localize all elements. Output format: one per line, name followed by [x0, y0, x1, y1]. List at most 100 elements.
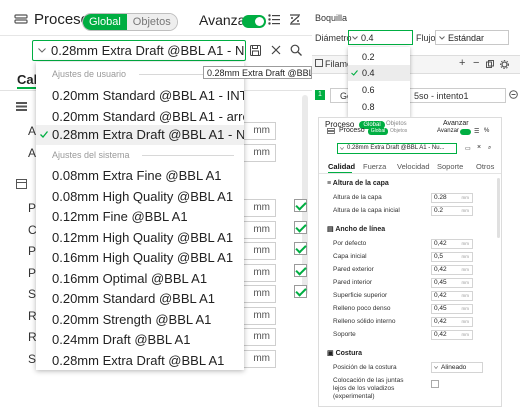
flow-select[interactable]: Estándar — [435, 30, 509, 45]
diameter-value: 0.4 — [361, 33, 374, 43]
label-line: Colocación de las juntas — [333, 377, 404, 384]
compare-icon[interactable]: % — [484, 128, 489, 134]
flow-label: Flujo — [416, 33, 436, 43]
diameter-option[interactable]: 0.8 — [348, 99, 410, 115]
diameter-option-selected[interactable]: 0.4 — [348, 65, 410, 81]
filament-text-b: 5so - intento1 — [414, 91, 469, 101]
advance-label-small: Avanzar — [443, 120, 469, 127]
advance-switch-small[interactable] — [460, 129, 471, 135]
preset-option[interactable]: 0.20mm Strength @BBL A1 — [36, 310, 244, 330]
preset-combo-small[interactable]: 0.28mm Extra Draft @BBL A1 - Nu... — [337, 143, 457, 154]
diameter-dropdown[interactable]: 0.2 0.4 0.6 0.8 — [348, 47, 410, 118]
setting-field[interactable]: 0,5 mm — [431, 252, 473, 262]
filament-slot-badge: 1 — [315, 90, 325, 100]
tab-speed[interactable]: Velocidad — [397, 162, 430, 171]
close-icon[interactable]: × — [477, 144, 481, 151]
advance-switch[interactable] — [242, 15, 266, 28]
flow-value: Estándar — [448, 33, 485, 43]
tab-support[interactable]: Soporte — [437, 162, 463, 171]
filament-icon — [315, 59, 323, 67]
process-icon — [327, 127, 335, 135]
unit-label: mm — [461, 195, 470, 200]
setting-label: Pared interior — [333, 279, 373, 286]
gear-icon[interactable] — [500, 60, 509, 69]
scrollbar[interactable] — [497, 178, 500, 238]
section-divider — [142, 155, 234, 156]
diameter-option[interactable]: 0.6 — [348, 82, 410, 98]
copy-icon[interactable] — [486, 60, 494, 68]
setting-field[interactable]: 0.28 mm — [431, 193, 473, 203]
objects-option-small[interactable]: Objetos — [386, 121, 407, 127]
setting-field[interactable]: 0,42 mm — [431, 265, 473, 275]
process-icon — [14, 12, 28, 26]
global-option-small-2[interactable]: Global — [368, 128, 388, 135]
setting-field[interactable]: 0,45 mm — [431, 304, 473, 314]
preset-option[interactable]: 0.20mm Standard @BBL A1 — [36, 289, 244, 309]
global-option[interactable]: Global — [83, 14, 127, 30]
section-seam: ▣ Costura — [327, 349, 362, 357]
preset-option[interactable]: 0.28mm Extra Draft @BBL A1 — [36, 351, 244, 370]
row-letter: A — [28, 124, 37, 138]
preset-combo[interactable]: 0.28mm Extra Draft @BBL A1 - Nu... — [32, 40, 246, 61]
nozzle-panel: Boquilla Diámetro 0.4 Flujo Estándar Fil… — [312, 0, 520, 120]
preset-option[interactable]: 0.24mm Draft @BBL A1 — [36, 330, 244, 350]
unit-label: mm — [461, 208, 470, 213]
preset-option[interactable]: 0.12mm High Quality @BBL A1 — [36, 228, 244, 248]
close-icon[interactable] — [271, 45, 281, 55]
setting-field[interactable]: 0,42 mm — [431, 317, 473, 327]
preset-option[interactable]: 0.08mm High Quality @BBL A1 — [36, 187, 244, 207]
preset-option[interactable]: 0.08mm Extra Fine @BBL A1 — [36, 166, 244, 186]
setting-label: Superficie superior — [333, 292, 388, 299]
objects-option-small-2[interactable]: Objetos — [390, 128, 407, 134]
advance-label-small-2: Avanzar — [437, 128, 459, 134]
chevron-down-icon — [38, 48, 46, 53]
list-icon[interactable] — [268, 14, 280, 25]
setting-label: Altura de la capa inicial — [333, 207, 400, 214]
remove-filament-icon[interactable]: − — [473, 57, 479, 69]
preset-option[interactable]: 0.16mm High Quality @BBL A1 — [36, 248, 244, 268]
setting-value: 0,42 — [434, 266, 447, 273]
diameter-select[interactable]: 0.4 — [348, 30, 413, 45]
edit-filament-icon[interactable] — [509, 90, 518, 99]
setting-field[interactable]: 0,42 mm — [431, 291, 473, 301]
section-line-width: ▤ Ancho de línea — [327, 225, 385, 233]
setting-field[interactable]: 0,45 mm — [431, 278, 473, 288]
setting-field[interactable]: 0.2 mm — [431, 206, 473, 216]
checkbox[interactable] — [294, 242, 307, 255]
save-icon[interactable]: ▭ — [465, 145, 471, 152]
compare-icon[interactable] — [289, 13, 301, 26]
checkbox[interactable] — [294, 285, 307, 298]
tab-quality-partial[interactable]: Cal — [17, 72, 37, 87]
preset-option-selected[interactable]: 0.28mm Extra Draft @BBL A1 - Nu... — [36, 125, 244, 145]
checkbox[interactable] — [294, 264, 307, 277]
setting-field[interactable]: 0,42 mm — [431, 330, 473, 340]
diameter-option-label: 0.4 — [362, 68, 375, 78]
preset-option[interactable]: 0.12mm Fine @BBL A1 — [36, 207, 244, 227]
add-filament-icon[interactable]: + — [459, 57, 465, 69]
search-icon[interactable] — [290, 44, 302, 56]
layer-section-icon — [16, 102, 27, 111]
diameter-option[interactable]: 0.2 — [348, 49, 410, 65]
check-icon — [40, 131, 48, 138]
objects-option[interactable]: Objetos — [126, 14, 177, 30]
tab-strength[interactable]: Fuerza — [363, 162, 386, 171]
tab-others[interactable]: Otros — [476, 162, 494, 171]
overhang-seam-checkbox[interactable] — [431, 380, 439, 388]
setting-field[interactable]: 0,42 mm — [431, 239, 473, 249]
checkbox[interactable] — [294, 221, 307, 234]
checkbox[interactable] — [294, 199, 307, 212]
seam-position-select[interactable]: Alineado — [431, 362, 483, 373]
list-icon[interactable]: ☰ — [474, 128, 479, 135]
preset-option[interactable]: 0.16mm Optimal @BBL A1 — [36, 269, 244, 289]
preset-option[interactable]: 0.20mm Standard @BBL A1 - INTE... — [36, 86, 244, 106]
tab-quality[interactable]: Calidad — [328, 162, 355, 171]
header-divider — [0, 35, 312, 36]
system-presets-heading: Ajustes del sistema — [52, 150, 130, 160]
diameter-label: Diámetro — [315, 33, 352, 43]
preset-dropdown[interactable]: Ajustes de usuario 0.20mm Standard @BBL … — [36, 62, 244, 370]
global-objects-toggle[interactable]: Global Objetos — [82, 13, 178, 31]
nozzle-heading: Boquilla — [315, 13, 348, 23]
preset-option[interactable]: 0.20mm Standard @BBL A1 - arreg... — [36, 107, 244, 127]
search-icon[interactable]: ⌕ — [488, 145, 491, 152]
save-icon[interactable] — [250, 45, 261, 56]
